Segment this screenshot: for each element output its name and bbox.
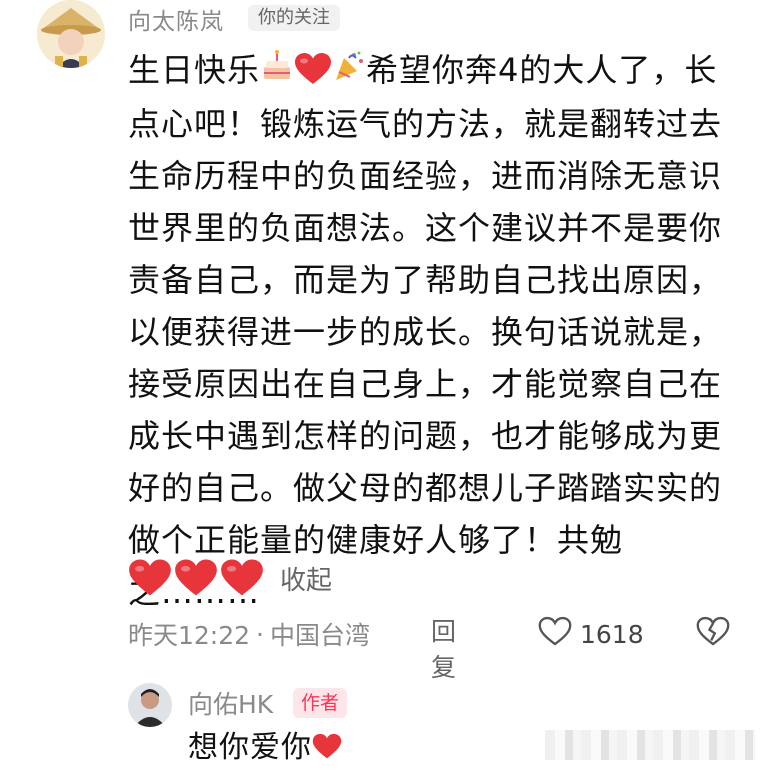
blurred-watermark: [545, 730, 755, 760]
comment-time: 昨天12:22: [128, 621, 251, 650]
reply-text: 想你爱你: [188, 727, 342, 769]
author-name[interactable]: 向太陈岚: [128, 2, 224, 36]
broken-heart-icon[interactable]: [696, 616, 730, 653]
birthday-cake-icon: [260, 46, 294, 98]
reply-author-avatar[interactable]: [128, 683, 172, 727]
party-popper-icon: [332, 46, 366, 98]
red-heart-icon: [220, 558, 264, 598]
comment-text-part2: 希望你奔4的大人了，长点心吧！锻炼运气的方法，就是翻转过去生命历程中的负面经验，…: [128, 51, 723, 611]
red-heart-icon: [128, 558, 172, 598]
red-heart-icon: [174, 558, 218, 598]
like-heart-outline-icon: [538, 616, 572, 653]
comment-location: 中国台湾: [270, 621, 371, 650]
comment-text: 生日快乐 希望你奔4的大人了，长点心吧！锻炼运气的方法，就是翻转过去生命历程中的负…: [128, 44, 740, 618]
red-heart-icon: [312, 730, 342, 759]
like-count: 1618: [580, 619, 644, 649]
like-button[interactable]: 1618: [538, 612, 644, 656]
author-badge: 作者: [293, 688, 348, 718]
comment-text-part1: 生日快乐: [128, 51, 261, 89]
reaction-row: 收起: [128, 555, 332, 601]
follow-badge: 你的关注: [248, 5, 340, 31]
separator-dot: ·: [256, 619, 264, 649]
reply-text-content: 想你爱你: [188, 730, 312, 765]
reply-author-name[interactable]: 向佑HK: [188, 685, 273, 721]
reply-button[interactable]: 回复: [431, 612, 456, 684]
author-avatar[interactable]: [37, 0, 105, 68]
red-heart-icon: [294, 49, 332, 84]
collapse-button[interactable]: 收起: [280, 560, 332, 597]
comment-meta-row: 昨天12:22 · 中国台湾 回复 1618: [128, 612, 730, 682]
